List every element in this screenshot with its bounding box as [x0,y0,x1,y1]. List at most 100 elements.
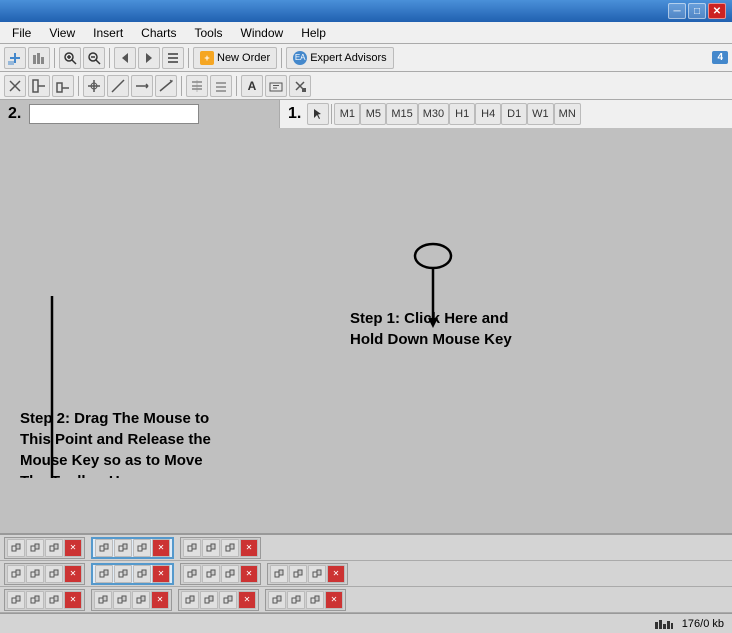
bt-btn-2c[interactable] [133,539,151,557]
bt-r3-btn1c[interactable] [45,591,63,609]
bt-r2-close-4[interactable]: ✕ [327,565,345,583]
bt-r3-close-3[interactable]: ✕ [238,591,256,609]
tb2-text[interactable]: A [241,75,263,97]
bt-r3-close-1[interactable]: ✕ [64,591,82,609]
bt-btn-1c[interactable] [45,539,63,557]
step2-input[interactable] [29,104,199,124]
close-button[interactable]: ✕ [708,3,726,19]
bt-r2-btn1a[interactable] [7,565,25,583]
toolbar-btn-chart1[interactable] [28,47,50,69]
menu-help[interactable]: Help [293,24,334,42]
bt-btn-3b[interactable] [202,539,220,557]
new-order-label: New Order [217,52,270,64]
tb2-btn2[interactable] [28,75,50,97]
toolbar-btn-zoom-out[interactable] [83,47,105,69]
bt-btn-2a[interactable] [95,539,113,557]
menu-view[interactable]: View [41,24,83,42]
menu-file[interactable]: File [4,24,39,42]
new-order-button[interactable]: + New Order [193,47,277,69]
bt-r2-btn1c[interactable] [45,565,63,583]
bt-r3-btn4b[interactable] [287,591,305,609]
timeframe-h4[interactable]: H4 [475,103,501,125]
bt-r3-close-4[interactable]: ✕ [325,591,343,609]
bt-r2-close-highlighted[interactable]: ✕ [152,565,170,583]
bt-r2-btn2b[interactable] [114,565,132,583]
bt-r2-btn3a[interactable] [183,565,201,583]
menu-charts[interactable]: Charts [133,24,184,42]
timeframe-mn[interactable]: MN [554,103,581,125]
bt-r2-btn4c[interactable] [308,565,326,583]
timeframe-h1[interactable]: H1 [449,103,475,125]
bt-r3-btn2b[interactable] [113,591,131,609]
bt-r3-btn1a[interactable] [7,591,25,609]
bt-btn-3a[interactable] [183,539,201,557]
tb2-sep2 [181,76,182,96]
timeframe-w1[interactable]: W1 [527,103,554,125]
toolbar-main: + New Order EA Expert Advisors 4 [0,44,732,72]
bt-r3-btn2c[interactable] [132,591,150,609]
title-bar: ─ □ ✕ [0,0,732,22]
tb2-textbox[interactable] [265,75,287,97]
bt-btn-1a[interactable] [7,539,25,557]
bt-r3-btn3b[interactable] [200,591,218,609]
menu-window[interactable]: Window [233,24,292,42]
toolbar-btn-scroll-left[interactable] [114,47,136,69]
bt-close-2[interactable]: ✕ [152,539,170,557]
expert-advisors-button[interactable]: EA Expert Advisors [286,47,393,69]
bt-r3-btn1b[interactable] [26,591,44,609]
bt-group-3: ✕ [180,537,261,559]
menu-insert[interactable]: Insert [85,24,131,42]
tb2-btn1[interactable] [4,75,26,97]
bt-group-row2-4: ✕ [267,563,348,585]
menu-tools[interactable]: Tools [187,24,231,42]
minimize-button[interactable]: ─ [668,3,686,19]
bt-r3-btn3a[interactable] [181,591,199,609]
tb2-line[interactable] [107,75,129,97]
timeframe-m15[interactable]: M15 [386,103,417,125]
toolbar-separator-3 [188,48,189,68]
bt-close-1[interactable]: ✕ [64,539,82,557]
bt-r2-btn1b[interactable] [26,565,44,583]
tb2-grid[interactable] [210,75,232,97]
tb2-hline[interactable] [131,75,153,97]
tb2-more[interactable] [289,75,311,97]
timeframe-m1[interactable]: M1 [334,103,360,125]
expert-advisors-icon: EA [293,51,307,65]
toolbar-btn-properties[interactable] [162,47,184,69]
tb2-btn3[interactable] [52,75,74,97]
bt-r3-close-2[interactable]: ✕ [151,591,169,609]
timeframe-m30[interactable]: M30 [418,103,449,125]
bt-group-row2-1: ✕ [4,563,85,585]
bt-close-3[interactable]: ✕ [240,539,258,557]
bt-btn-2b[interactable] [114,539,132,557]
bt-r2-close-1[interactable]: ✕ [64,565,82,583]
tb3-cursor[interactable] [307,103,329,125]
expert-advisors-label: Expert Advisors [310,52,386,64]
bt-r3-btn2a[interactable] [94,591,112,609]
tb2-trendline[interactable] [155,75,177,97]
maximize-button[interactable]: □ [688,3,706,19]
toolbar-separator-1 [54,48,55,68]
timeframe-d1[interactable]: D1 [501,103,527,125]
bt-r2-btn2c[interactable] [133,565,151,583]
bt-r2-btn4a[interactable] [270,565,288,583]
bt-r2-btn2a[interactable] [95,565,113,583]
toolbar-btn-scroll-right[interactable] [138,47,160,69]
toolbar-btn-plus[interactable] [4,47,26,69]
bt-r3-btn4c[interactable] [306,591,324,609]
bt-group-2-highlighted: ✕ [91,537,174,559]
bottom-toolbar-row-1: ✕ ✕ [0,535,732,561]
bt-r2-btn3c[interactable] [221,565,239,583]
bt-btn-1b[interactable] [26,539,44,557]
step1-number: 1. [288,105,301,123]
bt-r3-btn4a[interactable] [268,591,286,609]
bt-btn-3c[interactable] [221,539,239,557]
bt-r2-btn4b[interactable] [289,565,307,583]
tb2-fib[interactable] [186,75,208,97]
toolbar-btn-zoom-in[interactable] [59,47,81,69]
bt-r3-btn3c[interactable] [219,591,237,609]
bt-r2-close-3[interactable]: ✕ [240,565,258,583]
tb2-crosshair[interactable] [83,75,105,97]
timeframe-m5[interactable]: M5 [360,103,386,125]
bt-r2-btn3b[interactable] [202,565,220,583]
